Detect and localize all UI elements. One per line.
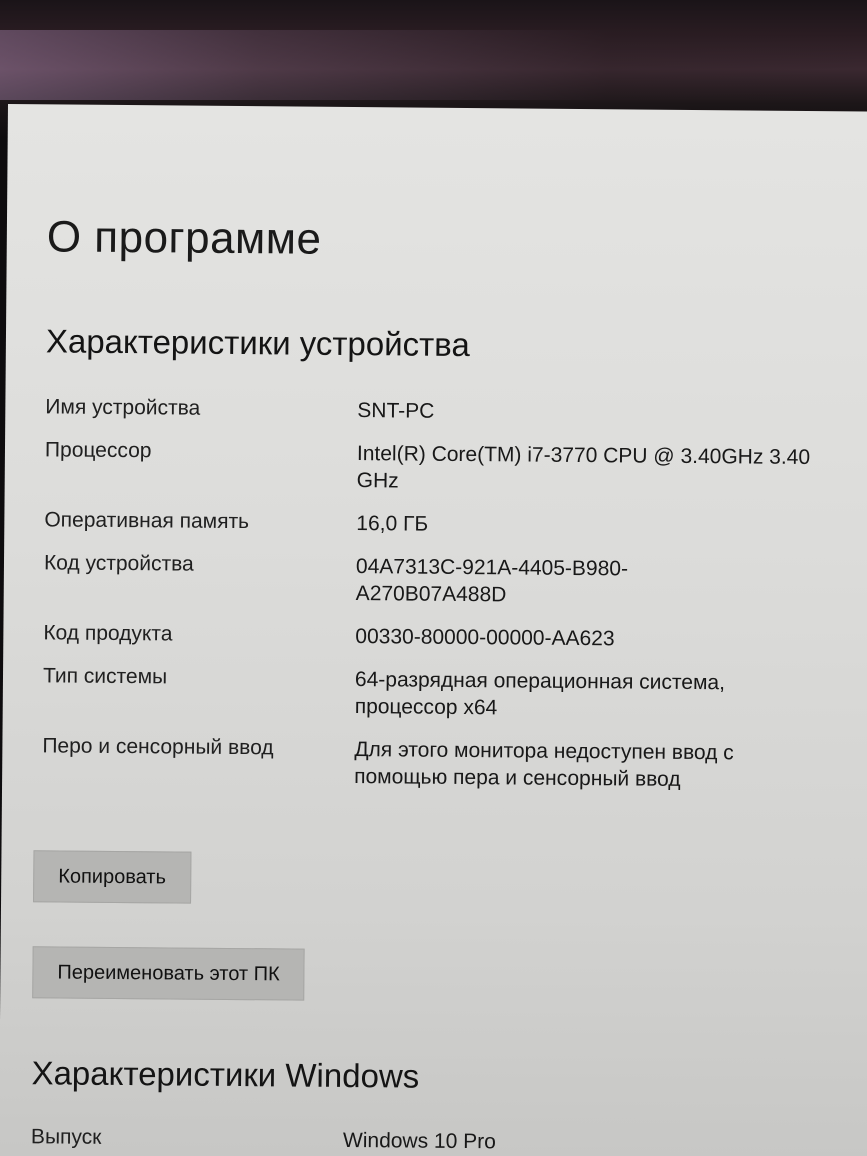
spec-value: Intel(R) Core(TM) i7-3770 CPU @ 3.40GHz … <box>356 442 811 493</box>
spec-label: Тип системы <box>42 664 168 689</box>
device-specs-table: Имя устройства SNT-PC Процессор Intel(R)… <box>42 394 846 810</box>
screen-glare <box>0 30 867 100</box>
copy-button[interactable]: Копировать <box>33 850 192 904</box>
spec-row-device-name: Имя устройства SNT-PC <box>45 394 845 428</box>
spec-row-edition: Выпуск Windows 10 Pro <box>31 1124 831 1156</box>
rename-pc-button[interactable]: Переименовать этот ПК <box>32 946 305 1001</box>
spec-label: Оперативная память <box>44 508 250 534</box>
spec-row-system-type: Тип системы 64-разрядная операционная си… <box>43 663 843 724</box>
spec-row-ram: Оперативная память 16,0 ГБ <box>44 507 844 541</box>
spec-row-pen-touch: Перо и сенсорный ввод Для этого монитора… <box>42 733 842 794</box>
windows-specs-heading: Характеристики Windows <box>31 1054 420 1095</box>
device-specs-heading: Характеристики устройства <box>45 322 470 364</box>
spec-value: Для этого монитора недоступен ввод с пом… <box>354 738 734 791</box>
spec-row-product-id: Код продукта 00330-80000-00000-AA623 <box>43 620 843 654</box>
spec-value: Windows 10 Pro <box>342 1128 496 1154</box>
spec-label: Код продукта <box>43 621 173 646</box>
photo-frame: О программе Характеристики устройства Им… <box>0 0 867 1156</box>
spec-label: Код устройства <box>43 551 194 576</box>
spec-label: Имя устройства <box>45 395 201 420</box>
settings-window: О программе Характеристики устройства Им… <box>0 104 867 1156</box>
spec-value: 00330-80000-00000-AA623 <box>355 625 615 651</box>
spec-value: 64-разрядная операционная система, проце… <box>354 668 726 720</box>
spec-value: 04A7313C-921A-4405-B980-A270B07A488D <box>355 555 629 607</box>
page-title: О программе <box>46 212 322 264</box>
spec-row-device-id: Код устройства 04A7313C-921A-4405-B980-A… <box>44 550 844 611</box>
spec-value: SNT-PC <box>357 399 435 423</box>
spec-label: Выпуск <box>30 1125 102 1149</box>
spec-label: Процессор <box>44 438 152 463</box>
spec-row-processor: Процессор Intel(R) Core(TM) i7-3770 CPU … <box>45 437 845 498</box>
spec-value: 16,0 ГБ <box>356 512 429 536</box>
spec-label: Перо и сенсорный ввод <box>42 734 274 760</box>
